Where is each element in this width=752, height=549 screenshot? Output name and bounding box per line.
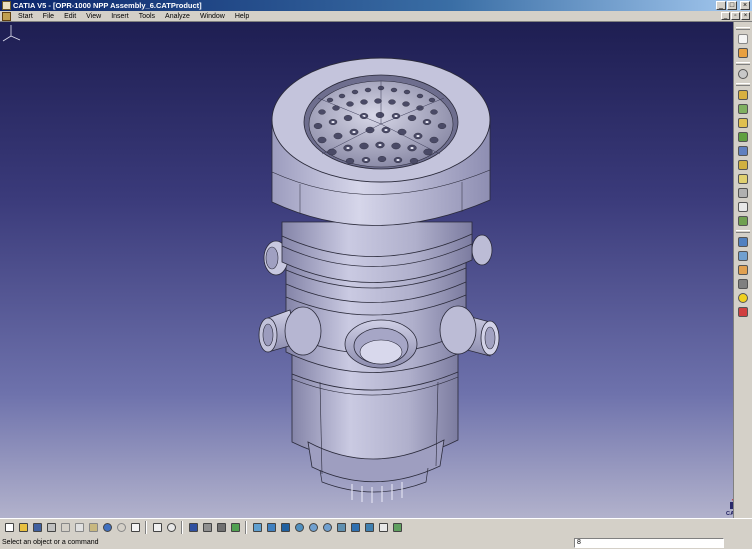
measure-icon[interactable] [201, 522, 213, 534]
document-window-controls: _ ▫ × [721, 12, 750, 20]
save-icon[interactable] [31, 522, 43, 534]
normal-view-icon[interactable] [335, 522, 347, 534]
bottom-pins [351, 482, 403, 503]
window-title: CATIA V5 - [OPR-1000 NPP Assembly_6.CATP… [13, 1, 202, 10]
assembly-toolbar [733, 22, 752, 518]
new-icon[interactable] [3, 522, 15, 534]
pan-icon[interactable] [279, 522, 291, 534]
hide-show-icon[interactable] [229, 522, 241, 534]
status-bar: Select an object or a command [0, 536, 752, 549]
menu-insert[interactable]: Insert [106, 13, 134, 20]
toolbar-grip[interactable] [736, 230, 750, 233]
command-input[interactable] [574, 537, 724, 548]
undo-icon[interactable] [101, 522, 113, 534]
stop-on-clash-icon[interactable] [736, 292, 750, 304]
toolbar-grip[interactable] [736, 27, 750, 30]
fly-icon[interactable] [251, 522, 263, 534]
menu-help[interactable]: Help [230, 13, 254, 20]
copy-icon[interactable] [73, 522, 85, 534]
cut-icon[interactable] [59, 522, 71, 534]
formula-icon[interactable] [151, 522, 163, 534]
fly-mode-icon[interactable] [736, 47, 750, 59]
snap-icon[interactable] [736, 264, 750, 276]
toolbar-grip[interactable] [736, 62, 750, 65]
selective-load-icon[interactable] [736, 173, 750, 185]
generate-numbering-icon[interactable] [736, 159, 750, 171]
reuse-pattern-icon[interactable] [736, 236, 750, 248]
analysis-icon[interactable] [215, 522, 227, 534]
new-component-icon[interactable] [736, 68, 750, 80]
multi-instantiation-icon[interactable] [736, 201, 750, 213]
doc-restore-button[interactable]: ▫ [731, 12, 740, 20]
doc-minimize-button[interactable]: _ [721, 12, 730, 20]
new-part-icon[interactable] [736, 103, 750, 115]
hide-show-icon[interactable] [377, 522, 389, 534]
fit-all-icon[interactable] [265, 522, 277, 534]
cursor-icon[interactable] [736, 33, 750, 45]
new-product-icon[interactable] [736, 89, 750, 101]
coincidence-constraint-icon[interactable] [736, 306, 750, 318]
menu-edit[interactable]: Edit [59, 13, 81, 20]
catalog-icon[interactable] [187, 522, 199, 534]
explode-icon[interactable] [736, 278, 750, 290]
window-controls: _ □ × [716, 1, 750, 10]
standard-toolbar [0, 518, 752, 536]
3d-viewport[interactable] [0, 22, 733, 518]
redo-icon[interactable] [115, 522, 127, 534]
rotate-icon[interactable] [293, 522, 305, 534]
close-button[interactable]: × [740, 1, 750, 10]
menu-view[interactable]: View [81, 13, 106, 20]
menu-file[interactable]: File [38, 13, 59, 20]
toolbar-grip[interactable] [736, 83, 750, 86]
status-message: Select an object or a command [2, 539, 99, 546]
knowledge-icon[interactable] [165, 522, 177, 534]
menu-analyze[interactable]: Analyze [160, 13, 195, 20]
title-bar: CATIA V5 - [OPR-1000 NPP Assembly_6.CATP… [0, 0, 752, 11]
zoom-in-icon[interactable] [307, 522, 319, 534]
axis-compass-icon[interactable] [0, 22, 22, 44]
minimize-button[interactable]: _ [716, 1, 726, 10]
menu-tools[interactable]: Tools [134, 13, 160, 20]
paste-icon[interactable] [87, 522, 99, 534]
graph-tree-reorder-icon[interactable] [736, 145, 750, 157]
catia-app-icon[interactable] [2, 1, 11, 10]
manage-representations-icon[interactable] [736, 187, 750, 199]
toolbar-separator [145, 521, 147, 534]
swap-space-icon[interactable] [391, 522, 403, 534]
fast-multi-instantiation-icon[interactable] [736, 215, 750, 227]
toolbar-separator [245, 521, 247, 534]
document-menu-icon[interactable] [2, 11, 11, 21]
existing-component-icon[interactable] [736, 117, 750, 129]
maximize-button[interactable]: □ [727, 1, 737, 10]
shading-icon[interactable] [363, 522, 375, 534]
reactor-vessel-model[interactable] [0, 22, 733, 518]
menu-start[interactable]: Start [13, 13, 38, 20]
whats-this-icon[interactable] [129, 522, 141, 534]
zoom-out-icon[interactable] [321, 522, 333, 534]
toolbar-separator [181, 521, 183, 534]
menu-bar: Start File Edit View Insert Tools Analyz… [0, 11, 752, 22]
replace-component-icon[interactable] [736, 131, 750, 143]
manipulation-icon[interactable] [736, 250, 750, 262]
print-icon[interactable] [45, 522, 57, 534]
open-icon[interactable] [17, 522, 29, 534]
doc-close-button[interactable]: × [741, 12, 750, 20]
iso-view-icon[interactable] [349, 522, 361, 534]
menu-window[interactable]: Window [195, 13, 230, 20]
